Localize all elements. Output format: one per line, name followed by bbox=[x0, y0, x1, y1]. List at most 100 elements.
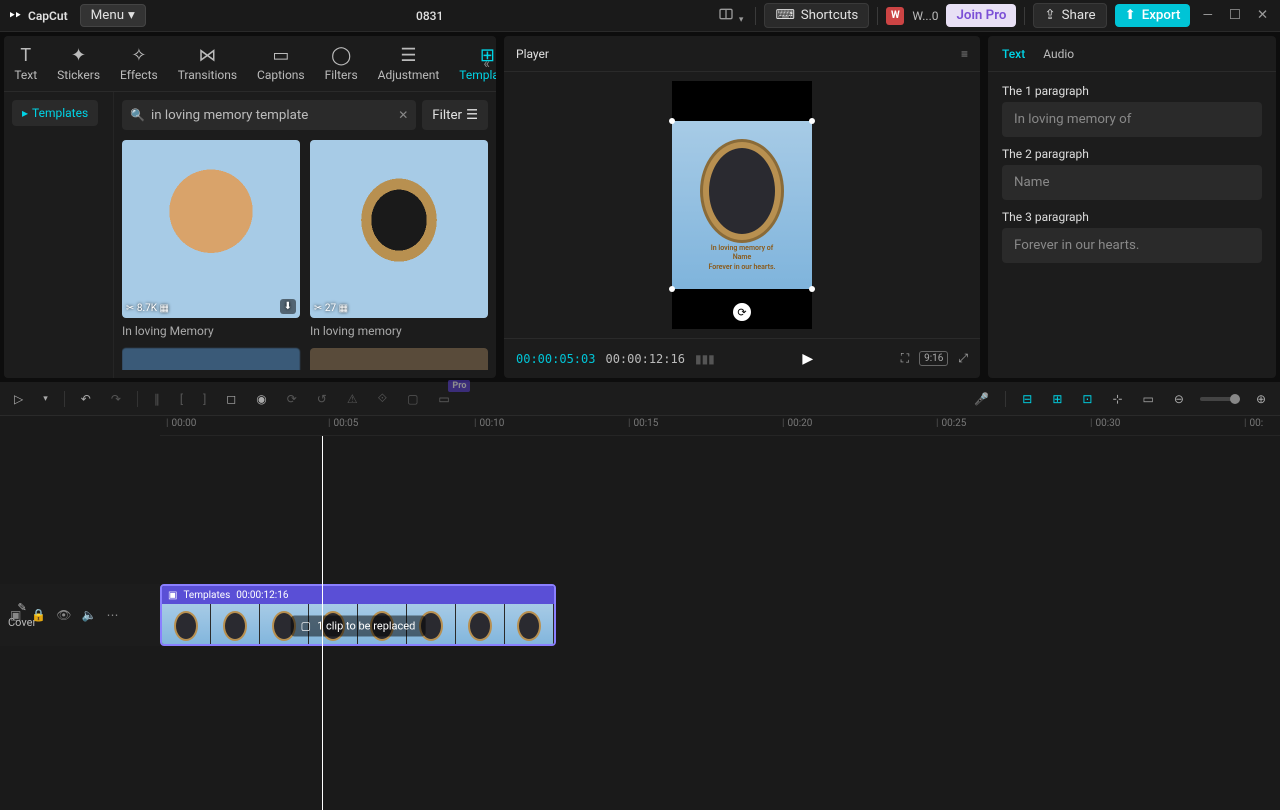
preview-tool[interactable]: ▭ bbox=[1139, 388, 1158, 410]
join-pro-button[interactable]: Join Pro bbox=[946, 4, 1016, 27]
link-toggle[interactable]: ⊡ bbox=[1078, 388, 1096, 410]
collapse-panel-button[interactable]: « bbox=[483, 56, 490, 72]
frame-tool[interactable]: ▢ bbox=[403, 388, 422, 410]
ruler-tick: 00:30 bbox=[1090, 418, 1120, 429]
adjustment-icon: ☰ bbox=[400, 46, 416, 66]
split-tool[interactable]: ∥ bbox=[150, 388, 164, 410]
undo-button[interactable]: ↶ bbox=[77, 388, 95, 410]
template-card[interactable]: ✂ 27 ▦ In loving memory bbox=[310, 140, 488, 338]
selection-handle[interactable] bbox=[809, 118, 815, 124]
effects-icon: ✧ bbox=[131, 46, 146, 66]
mute-icon[interactable]: 🔈 bbox=[82, 608, 97, 622]
paragraph-3-input[interactable] bbox=[1002, 228, 1262, 263]
lock-icon[interactable]: 🔒 bbox=[31, 608, 46, 622]
inspector-tab-audio[interactable]: Audio bbox=[1043, 47, 1074, 61]
share-button[interactable]: ⇪ Share bbox=[1033, 3, 1106, 28]
player-stage[interactable]: In loving memory of Name Forever in our … bbox=[504, 72, 980, 338]
play-button[interactable]: ▶ bbox=[802, 351, 813, 367]
timeline-tracks[interactable]: ▣ 🔒 👁 🔈 ⋯ ✎ Cover ▣ Templates 00:00:12:1… bbox=[0, 436, 1280, 810]
ruler-tick: 00:15 bbox=[628, 418, 658, 429]
side-nav-templates[interactable]: ▸ Templates bbox=[12, 100, 98, 126]
ruler-tick: 00:10 bbox=[474, 418, 504, 429]
timeline-clip[interactable]: ▣ Templates 00:00:12:16 ▢ 1 clip to be r… bbox=[160, 584, 556, 646]
tab-transitions[interactable]: ⋈Transitions bbox=[168, 42, 247, 86]
selection-handle[interactable] bbox=[809, 286, 815, 292]
zoom-out-button[interactable]: ⊖ bbox=[1170, 388, 1188, 410]
clip-replace-overlay[interactable]: ▢ 1 clip to be replaced bbox=[291, 616, 426, 637]
export-button[interactable]: ⬆ Export bbox=[1115, 4, 1191, 27]
time-current: 00:00:05:03 bbox=[516, 352, 595, 366]
close-button[interactable]: ✕ bbox=[1253, 4, 1272, 27]
ruler-tick: 00:05 bbox=[328, 418, 358, 429]
more-icon[interactable]: ⋯ bbox=[106, 608, 118, 622]
eye-icon[interactable]: 👁 bbox=[56, 608, 71, 622]
redo-button[interactable]: ↷ bbox=[107, 388, 125, 410]
link-tool[interactable]: ⟐ bbox=[374, 387, 391, 410]
clear-search-button[interactable]: ✕ bbox=[398, 108, 408, 122]
titlebar: CapCut Menu ▾ 0831 ▾ ⌨ Shortcuts W W...0… bbox=[0, 0, 1280, 32]
search-input[interactable] bbox=[145, 108, 398, 123]
tab-text[interactable]: TText bbox=[4, 42, 47, 86]
player-canvas[interactable]: In loving memory of Name Forever in our … bbox=[672, 121, 812, 289]
tab-adjustment[interactable]: ☰Adjustment bbox=[368, 42, 450, 86]
template-card[interactable]: ✂ 8.7K ▦ ⬇ In loving Memory bbox=[122, 140, 300, 338]
track-menu-icon[interactable]: ▣ bbox=[10, 608, 21, 622]
menu-button[interactable]: Menu ▾ bbox=[80, 4, 146, 27]
stickers-icon: ✦ bbox=[71, 46, 86, 66]
trim-left-tool[interactable]: [ bbox=[176, 388, 187, 410]
template-thumbnail: ✂ 8.7K ▦ ⬇ bbox=[122, 140, 300, 318]
template-thumbnail bbox=[310, 348, 488, 370]
tab-captions[interactable]: ▭Captions bbox=[247, 42, 315, 86]
trim-right-tool[interactable]: ] bbox=[199, 388, 210, 410]
field-label: The 1 paragraph bbox=[1002, 84, 1262, 98]
layout-toggle-button[interactable]: ▾ bbox=[714, 2, 748, 30]
filter-button[interactable]: Filter ☰ bbox=[422, 100, 488, 130]
tab-filters[interactable]: ◯Filters bbox=[315, 42, 368, 86]
field-label: The 3 paragraph bbox=[1002, 210, 1262, 224]
minimize-button[interactable]: — bbox=[1198, 4, 1216, 27]
selection-handle[interactable] bbox=[669, 286, 675, 292]
download-icon[interactable]: ⬇ bbox=[280, 299, 296, 314]
selection-handle[interactable] bbox=[669, 118, 675, 124]
align-tool[interactable]: ⊹ bbox=[1108, 388, 1126, 410]
timeline-ruler[interactable]: 00:00 00:05 00:10 00:15 00:20 00:25 00:3… bbox=[160, 416, 1280, 436]
user-avatar[interactable]: W bbox=[886, 7, 904, 25]
fullscreen-icon[interactable]: ⤢ bbox=[958, 351, 968, 366]
shortcuts-button[interactable]: ⌨ Shortcuts bbox=[764, 3, 869, 28]
player-menu-button[interactable]: ≡ bbox=[961, 47, 968, 61]
replace-clip-button[interactable]: ⟳ bbox=[733, 303, 751, 321]
aspect-ratio-badge[interactable]: 9:16 bbox=[919, 351, 948, 366]
template-icon: ▣ bbox=[168, 590, 177, 601]
crop-tool[interactable]: ◻ bbox=[222, 388, 240, 410]
tab-stickers[interactable]: ✦Stickers bbox=[47, 42, 110, 86]
filters-icon: ◯ bbox=[331, 46, 351, 66]
media-side-nav: ▸ Templates bbox=[4, 92, 114, 378]
paragraph-1-input[interactable] bbox=[1002, 102, 1262, 137]
mask-tool[interactable]: ◉ bbox=[252, 388, 270, 410]
inspector-tab-text[interactable]: Text bbox=[1002, 47, 1025, 61]
paragraph-2-input[interactable] bbox=[1002, 165, 1262, 200]
warning-icon[interactable]: ⚠ bbox=[343, 388, 362, 410]
template-card[interactable] bbox=[122, 348, 300, 370]
search-box[interactable]: 🔍 ✕ bbox=[122, 100, 416, 130]
level-meter-icon: ▮▮▮ bbox=[695, 352, 715, 366]
replace-icon: ▢ bbox=[301, 620, 311, 633]
playhead[interactable] bbox=[322, 436, 323, 810]
reverse-tool[interactable]: ↺ bbox=[313, 388, 331, 410]
scale-fit-icon[interactable]: ⛶ bbox=[901, 351, 909, 366]
speed-tool[interactable]: ⟳ bbox=[283, 388, 301, 410]
filter-icon: ☰ bbox=[466, 108, 478, 123]
mic-button[interactable]: 🎤 bbox=[970, 388, 993, 410]
maximize-button[interactable]: ☐ bbox=[1225, 4, 1245, 27]
template-thumbnail: ✂ 27 ▦ bbox=[310, 140, 488, 318]
chevron-down-icon[interactable]: ▾ bbox=[39, 390, 52, 408]
zoom-in-button[interactable]: ⊕ bbox=[1252, 388, 1270, 410]
share-icon: ⇪ bbox=[1044, 8, 1055, 23]
magnet-toggle[interactable]: ⊞ bbox=[1048, 388, 1066, 410]
pro-feature-button[interactable]: ▭Pro bbox=[434, 388, 453, 410]
template-card[interactable] bbox=[310, 348, 488, 370]
snap-toggle[interactable]: ⊟ bbox=[1018, 388, 1036, 410]
tab-effects[interactable]: ✧Effects bbox=[110, 42, 168, 86]
pointer-tool[interactable]: ▷ bbox=[10, 388, 27, 410]
zoom-slider[interactable] bbox=[1200, 397, 1240, 401]
